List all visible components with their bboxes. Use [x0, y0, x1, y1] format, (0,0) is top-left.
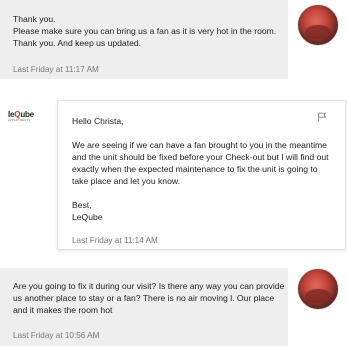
message-text: Are you going to fix it during our visit… — [13, 281, 285, 315]
guest-message: Thank you. Please make sure you can brin… — [0, 0, 288, 79]
message-timestamp: Last Friday at 10:56 AM — [13, 331, 100, 340]
host-logo-tagline: APPARTMENTS — [8, 119, 31, 122]
host-logo: leQube APPARTMENTS — [8, 110, 38, 126]
host-message: Hello Christa, We are seeing if we can h… — [57, 100, 346, 250]
guest-avatar[interactable] — [297, 268, 339, 310]
message-timestamp: Last Friday at 11:14 AM — [72, 236, 158, 245]
message-body: We are seeing if we can have a fan broug… — [72, 140, 329, 186]
host-logo-wordmark: leQube — [8, 110, 34, 119]
message-timestamp: Last Friday at 11:17 AM — [13, 65, 99, 74]
message-greeting: Hello Christa, — [72, 116, 124, 126]
message-text: Thank you. Please make sure you can brin… — [13, 14, 277, 48]
guest-avatar[interactable] — [297, 4, 339, 46]
message-signoff: Best, LeQube — [72, 200, 103, 222]
flag-icon[interactable] — [317, 112, 327, 122]
guest-message: Are you going to fix it during our visit… — [0, 268, 288, 346]
